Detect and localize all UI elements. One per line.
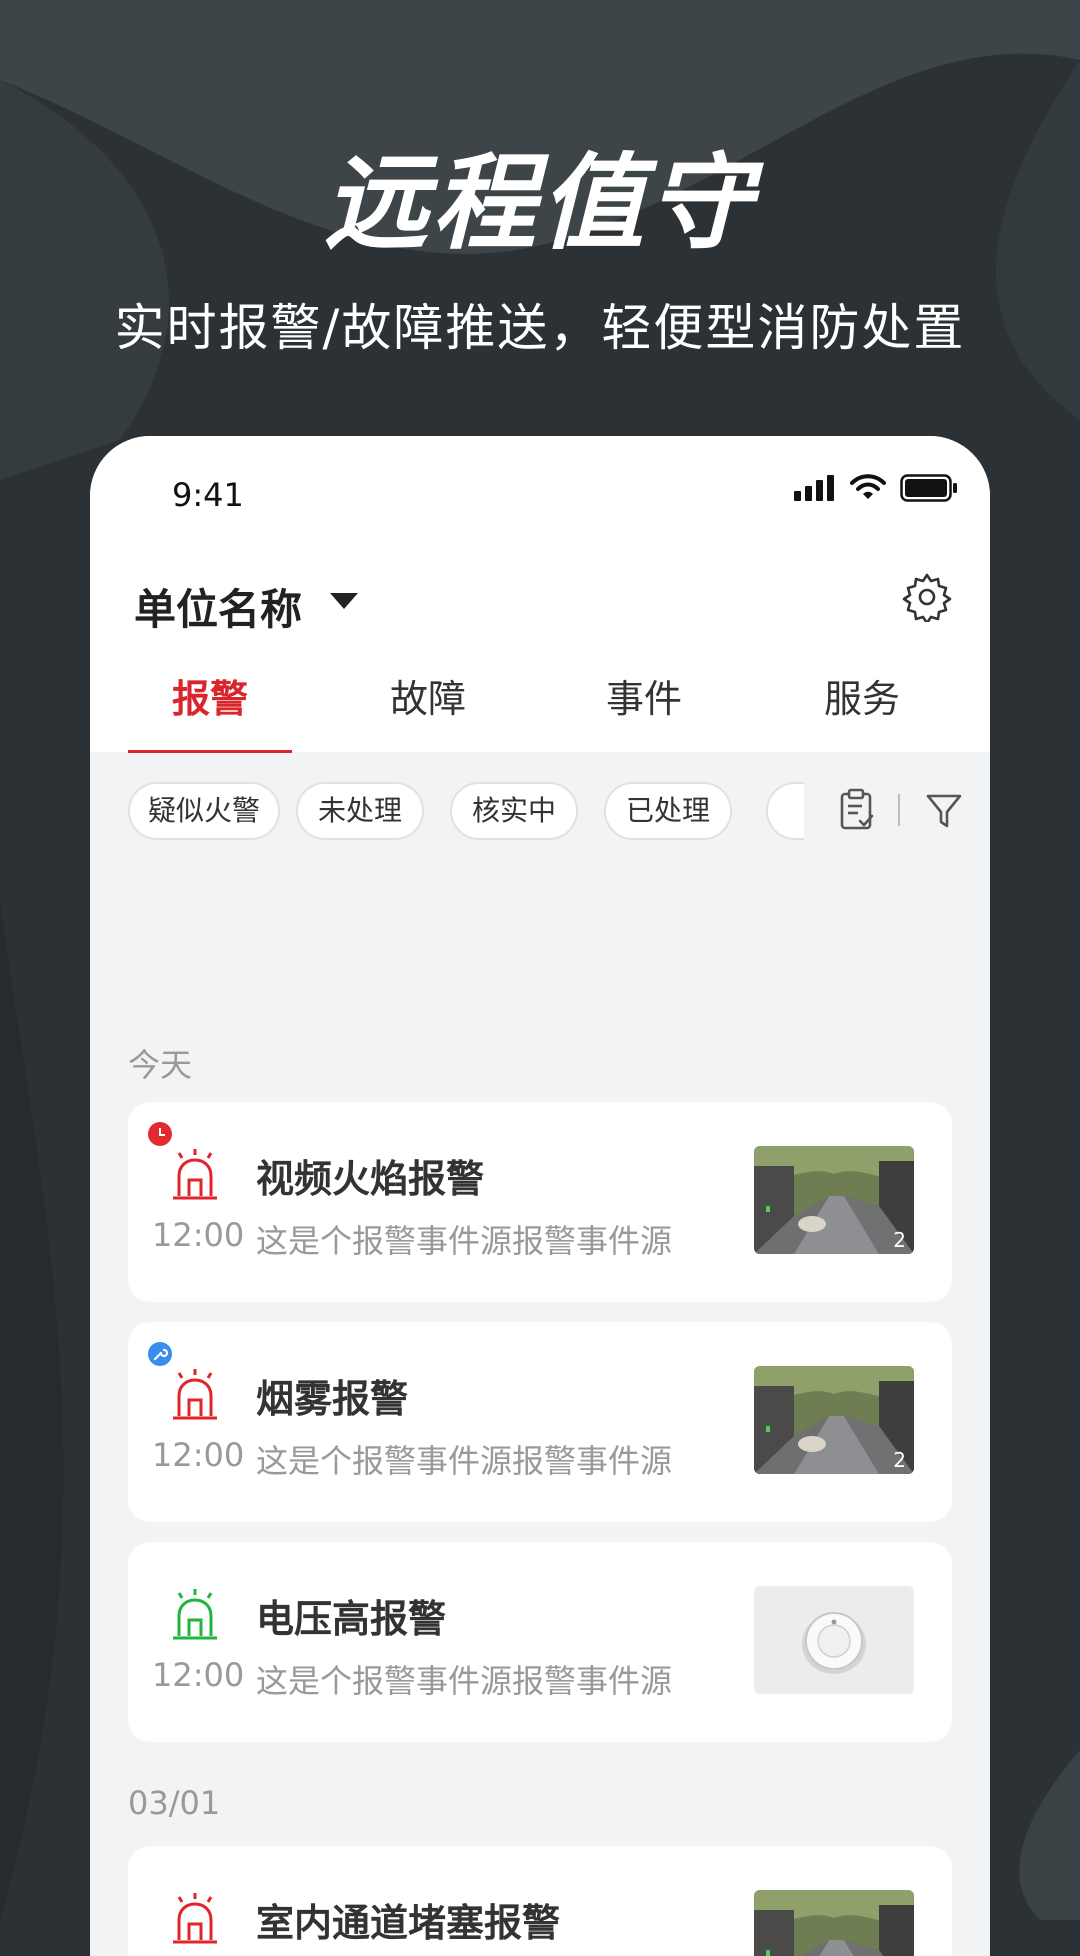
alarm-light-icon [170,1368,220,1422]
toolbar-divider [898,794,900,826]
status-time: 9:41 [172,476,244,514]
alarm-card[interactable]: 室内通道堵塞报警12:00这是个报警事件源报警事件源2 [128,1846,952,1956]
alarm-time: 12:00 [152,1656,245,1694]
filter-chip-verifying[interactable]: 核实中 [450,782,578,840]
alarm-source: 这是个报警事件源报警事件源 [256,1222,673,1260]
alarm-title: 视频火焰报警 [256,1157,485,1201]
date-label: 03/01 [128,1784,221,1822]
alarm-title: 烟雾报警 [256,1377,409,1421]
wifi-icon [850,474,886,499]
alarm-thumbnail[interactable] [754,1586,914,1694]
alarm-card[interactable]: 视频火焰报警 12:00 这是个报警事件源报警事件源 2 [128,1102,952,1302]
phone-screen: 9:41 单位名称 报警 故障 事件 服务 疑似火警 未处理 核实中 已处理 今… [90,436,990,1956]
alarm-light-icon [170,1892,220,1946]
alarm-source: 这是个报警事件源报警事件源 [256,1442,673,1480]
promo-subline: 实时报警/故障推送，轻便型消防处置 [114,299,966,357]
alarm-thumbnail[interactable]: 2 [754,1146,914,1254]
alarm-card[interactable]: 电压高报警 12:00 这是个报警事件源报警事件源 [128,1542,952,1742]
clipboard-check-icon[interactable] [838,788,878,832]
image-count: 2 [893,1228,906,1252]
alarm-card[interactable]: 烟雾报警 12:00 这是个报警事件源报警事件源 2 [128,1322,952,1522]
signal-icon [794,475,834,501]
unit-name[interactable]: 单位名称 [134,576,302,637]
tab-alarm[interactable]: 报警 [128,668,292,723]
chevron-down-icon[interactable] [330,593,358,609]
alarm-source: 这是个报警事件源报警事件源 [256,1662,673,1700]
clock-badge-icon [148,1122,172,1146]
date-label: 今天 [128,1046,193,1084]
tab-service[interactable]: 服务 [780,668,944,723]
gear-icon[interactable] [902,572,952,622]
alarm-time: 12:00 [152,1436,245,1474]
active-tab-indicator [128,750,292,753]
filter-icon[interactable] [924,788,964,832]
alarm-light-icon [170,1148,220,1202]
tab-bar: 报警 故障 事件 服务 [90,668,990,752]
filter-chip-suspected-fire[interactable]: 疑似火警 [128,782,280,840]
alarm-thumbnail[interactable]: 2 [754,1890,914,1956]
wrench-badge-icon [148,1342,172,1366]
image-count: 2 [893,1448,906,1472]
tab-event[interactable]: 事件 [562,668,726,723]
alarm-thumbnail[interactable]: 2 [754,1366,914,1474]
tab-fault[interactable]: 故障 [346,668,510,723]
alarm-light-icon [170,1588,220,1642]
promo-headline: 远程值守 [323,142,756,264]
alarm-time: 12:00 [152,1216,245,1254]
battery-icon [900,474,957,502]
filter-chip-processed[interactable]: 已处理 [604,782,732,840]
filter-chip-unprocessed[interactable]: 未处理 [296,782,424,840]
alarm-title: 电压高报警 [256,1597,447,1641]
status-icons [794,474,958,502]
